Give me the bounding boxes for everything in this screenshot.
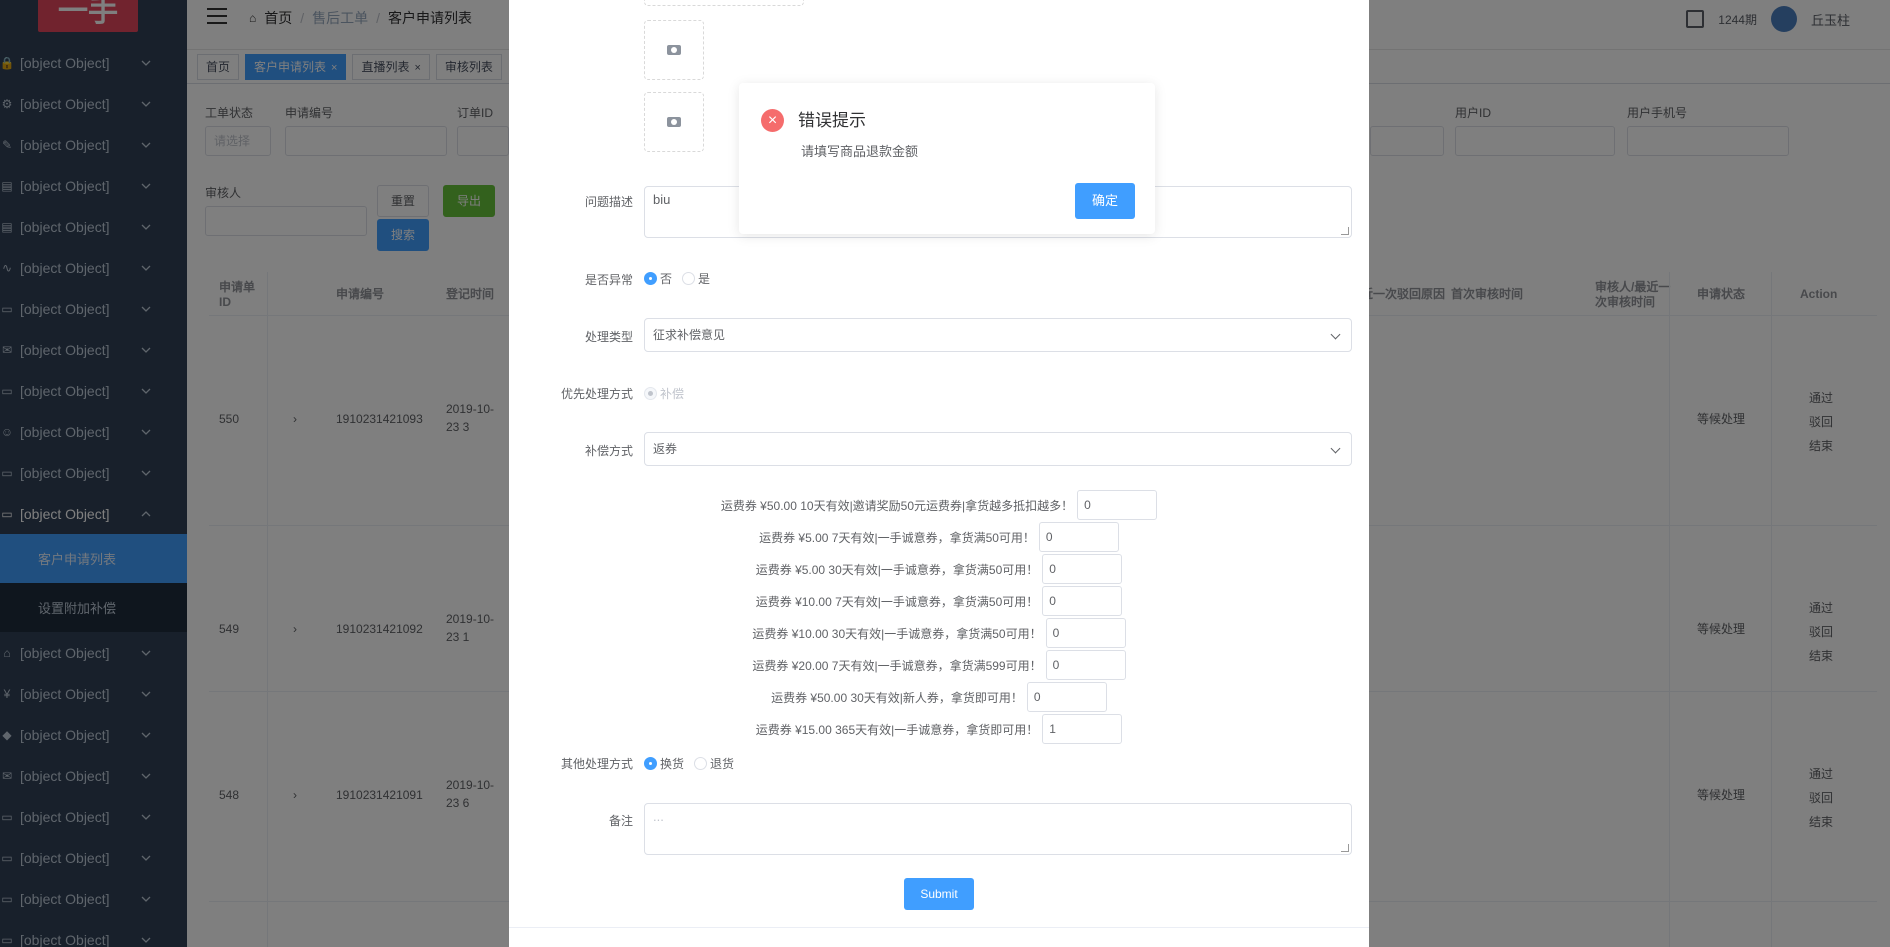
abnormal-radio-group: 否 是 [644, 270, 710, 287]
coupon-label: 运费券 ¥50.00 30天有效|新人券，拿货即可用！ [771, 690, 1023, 705]
priority-label: 优先处理方式 [560, 387, 633, 401]
coupon-row: 运费券 ¥10.00 30天有效|一手诚意券，拿货满50可用！ 0 [509, 618, 1369, 648]
compensation-label: 补偿方式 [584, 444, 633, 458]
coupon-quantity-input[interactable]: 0 [1077, 490, 1158, 520]
resize-handle-icon[interactable] [1341, 844, 1349, 852]
coupon-quantity-input[interactable]: 1 [1042, 714, 1123, 744]
radio-label: 是 [698, 272, 711, 286]
coupon-quantity-input[interactable]: 0 [1042, 586, 1123, 616]
error-message-box: × 错误提示 请填写商品退款金额 确定 [739, 83, 1155, 234]
abnormal-yes-radio[interactable]: 是 [682, 270, 710, 287]
coupon-label: 运费券 ¥10.00 7天有效|一手诚意券，拿货满50可用！ [755, 594, 1039, 609]
message-box-title: 错误提示 [798, 111, 866, 130]
select-value: 征求补偿意见 [653, 328, 726, 342]
compensation-select[interactable]: 返券 [644, 432, 1352, 466]
coupon-row: 运费券 ¥15.00 365天有效|一手诚意券，拿货即可用！ 1 [509, 714, 1369, 744]
coupon-quantity-input[interactable]: 0 [1042, 554, 1123, 584]
other-handle-label: 其他处理方式 [560, 757, 633, 771]
radio-checked-icon [644, 757, 657, 770]
camera-icon [667, 45, 681, 55]
radio-label: 退货 [710, 757, 735, 771]
resize-handle-icon[interactable] [1341, 227, 1349, 235]
image-upload-slot[interactable] [644, 20, 704, 80]
coupon-label: 运费券 ¥5.00 7天有效|一手诚意券，拿货满50可用！ [759, 530, 1035, 545]
coupon-row: 运费券 ¥10.00 7天有效|一手诚意券，拿货满50可用！ 0 [509, 586, 1369, 616]
coupon-row: 运费券 ¥5.00 30天有效|一手诚意券，拿货满50可用！ 0 [509, 554, 1369, 584]
radio-label: 补偿 [660, 387, 685, 401]
remark-placeholder: ... [653, 809, 664, 824]
camera-icon [667, 117, 681, 127]
exchange-radio[interactable]: 换货 [644, 755, 684, 772]
radio-label: 换货 [660, 757, 685, 771]
abnormal-label: 是否异常 [584, 273, 633, 287]
chevron-down-icon [1330, 329, 1341, 340]
radio-unchecked-icon [694, 757, 708, 770]
coupon-quantity-input[interactable]: 0 [1026, 682, 1107, 712]
priority-radio-group: 补偿 [644, 385, 684, 402]
radio-label: 否 [660, 272, 673, 286]
refund-radio[interactable]: 退货 [694, 755, 734, 772]
problem-value: biu [653, 192, 671, 207]
abnormal-no-radio[interactable]: 否 [644, 270, 672, 287]
coupon-row: 运费券 ¥5.00 7天有效|一手诚意券，拿货满50可用！ 0 [509, 522, 1369, 552]
message-box-text: 请填写商品退款金额 [801, 144, 919, 159]
coupon-label: 运费券 ¥20.00 7天有效|一手诚意券，拿货满599可用！ [752, 658, 1042, 673]
problem-label: 问题描述 [584, 195, 633, 209]
coupon-row: 运费券 ¥50.00 10天有效|邀请奖励50元运费券|拿货越多抵扣越多！ 0 [509, 490, 1369, 520]
remark-textarea[interactable]: ... [644, 803, 1352, 855]
radio-checked-icon [644, 272, 657, 285]
radio-unchecked-icon [682, 272, 696, 285]
remark-label: 备注 [608, 814, 633, 828]
dialog-footer-divider [509, 927, 1369, 928]
coupon-row: 运费券 ¥50.00 30天有效|新人券，拿货即可用！ 0 [509, 682, 1369, 712]
coupon-label: 运费券 ¥5.00 30天有效|一手诚意券，拿货满50可用！ [755, 562, 1039, 577]
handle-type-label: 处理类型 [584, 330, 633, 344]
coupon-quantity-input[interactable]: 0 [1045, 618, 1126, 648]
confirm-button[interactable]: 确定 [1075, 183, 1135, 219]
handle-type-select[interactable]: 征求补偿意见 [644, 318, 1352, 352]
select-value: 返券 [653, 442, 678, 456]
other-handle-radio-group: 换货 退货 [644, 755, 734, 772]
chevron-down-icon [1330, 443, 1341, 454]
coupon-label: 运费券 ¥10.00 30天有效|一手诚意券，拿货满50可用！ [752, 626, 1042, 641]
error-icon: × [761, 109, 784, 132]
upload-preview [644, 0, 804, 6]
priority-compensation-radio: 补偿 [644, 385, 684, 402]
submit-button[interactable]: Submit [904, 878, 974, 910]
image-upload-slot[interactable] [644, 92, 704, 152]
radio-disabled-icon [644, 387, 657, 400]
coupon-quantity-input[interactable]: 0 [1045, 650, 1126, 680]
coupon-quantity-input[interactable]: 0 [1038, 522, 1119, 552]
coupon-label: 运费券 ¥15.00 365天有效|一手诚意券，拿货即可用！ [755, 722, 1039, 737]
coupon-row: 运费券 ¥20.00 7天有效|一手诚意券，拿货满599可用！ 0 [509, 650, 1369, 680]
coupon-label: 运费券 ¥50.00 10天有效|邀请奖励50元运费券|拿货越多抵扣越多！ [720, 498, 1074, 513]
